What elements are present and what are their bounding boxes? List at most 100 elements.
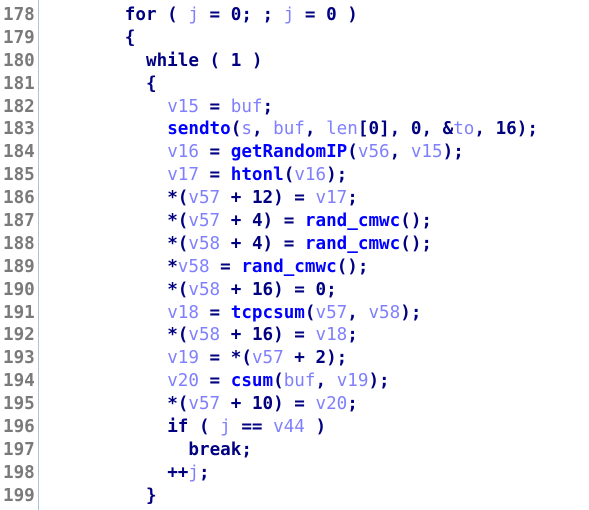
keyword-token: break <box>188 439 242 460</box>
function-token[interactable]: rand_cmwc <box>305 234 400 254</box>
punctuation-token: + <box>283 348 316 369</box>
line-number: 199 <box>3 485 35 506</box>
variable-token[interactable]: v16 <box>167 142 199 162</box>
code-line[interactable]: 181 { <box>0 73 589 96</box>
code-line[interactable]: 195 *(v57 + 10) = v20; <box>0 393 589 416</box>
variable-token[interactable]: to <box>453 119 474 139</box>
line-number: 185 <box>3 165 35 186</box>
variable-token[interactable]: v16 <box>294 165 326 185</box>
variable-token[interactable]: v58 <box>188 325 220 345</box>
punctuation-token: ); <box>326 348 348 369</box>
number-token: 1 <box>230 50 242 71</box>
code-line[interactable]: 188 *(v58 + 4) = rand_cmwc(); <box>0 233 589 256</box>
variable-token[interactable]: v58 <box>188 280 220 300</box>
variable-token[interactable]: s <box>241 119 252 139</box>
code-line[interactable]: 184 v16 = getRandomIP(v56, v15); <box>0 141 589 164</box>
variable-token[interactable]: v19 <box>167 348 199 368</box>
punctuation-token: } <box>146 485 157 506</box>
variable-token[interactable]: v58 <box>178 257 210 277</box>
code-text: for ( j = 0; ; j = 0 ) <box>125 4 358 27</box>
line-number: 190 <box>3 279 35 300</box>
punctuation-token: + <box>220 394 252 415</box>
variable-token[interactable]: v15 <box>167 97 199 117</box>
function-token[interactable]: getRandomIP <box>231 142 348 162</box>
variable-token[interactable]: v20 <box>316 394 348 414</box>
code-line[interactable]: 187 *(v57 + 4) = rand_cmwc(); <box>0 210 589 233</box>
number-token: 10 <box>251 394 274 415</box>
line-number: 198 <box>3 462 35 483</box>
code-line[interactable]: 186 *(v57 + 12) = v17; <box>0 187 589 210</box>
code-line[interactable]: 191 v18 = tcpcsum(v57, v58); <box>0 302 589 325</box>
variable-token[interactable]: v19 <box>337 371 369 391</box>
punctuation-token: + <box>220 188 252 209</box>
code-line[interactable]: 198 ++j; <box>0 462 589 485</box>
variable-token[interactable]: v58 <box>368 303 400 323</box>
variable-token[interactable]: v20 <box>167 371 199 391</box>
variable-token[interactable]: v17 <box>316 188 348 208</box>
variable-token[interactable]: v57 <box>188 211 220 231</box>
code-line[interactable]: 189 *v58 = rand_cmwc(); <box>0 256 589 279</box>
punctuation-token: ) <box>336 5 358 25</box>
number-token: 0 <box>326 5 337 25</box>
punctuation-token: + <box>220 233 252 254</box>
pseudocode-view[interactable]: 178 for ( j = 0; ; j = 0 ) 179{180 while ( … <box>0 4 589 508</box>
line-number: 191 <box>3 302 35 323</box>
variable-token[interactable]: v18 <box>167 303 199 323</box>
variable-token[interactable]: buf <box>284 371 316 391</box>
variable-token[interactable]: v44 <box>273 417 305 437</box>
punctuation-token: ) = <box>262 211 305 232</box>
variable-token[interactable]: v57 <box>188 188 220 208</box>
punctuation-token: = <box>198 5 231 25</box>
punctuation-token: ); <box>368 371 390 392</box>
code-line[interactable]: 185 v17 = htonl(v16); <box>0 164 589 187</box>
code-line[interactable]: 194 v20 = csum(buf, v19); <box>0 370 589 393</box>
code-line[interactable]: 178 for ( j = 0; ; j = 0 ) <box>0 4 589 27</box>
variable-token[interactable]: j <box>188 5 199 25</box>
variable-token[interactable]: j <box>188 463 199 483</box>
code-line[interactable]: 180 while ( 1 ) <box>0 50 589 73</box>
variable-token[interactable]: v57 <box>252 348 284 368</box>
function-token[interactable]: csum <box>231 371 273 391</box>
code-line[interactable]: 199} <box>0 485 589 508</box>
variable-token[interactable]: buf <box>273 119 305 139</box>
function-token[interactable]: sendto <box>167 119 231 139</box>
punctuation-token: ( <box>347 142 358 163</box>
variable-token[interactable]: v17 <box>167 165 199 185</box>
variable-token[interactable]: j <box>220 417 231 437</box>
code-line[interactable]: 190 *(v58 + 16) = 0; <box>0 279 589 302</box>
punctuation-token: , <box>474 119 496 140</box>
code-line[interactable]: 193 v19 = *(v57 + 2); <box>0 347 589 370</box>
punctuation-token: *( <box>167 325 189 346</box>
punctuation-token: ) = <box>273 279 316 300</box>
line-number: 186 <box>3 188 35 209</box>
variable-token[interactable]: v56 <box>358 142 390 162</box>
line-number: 181 <box>3 73 35 94</box>
variable-token[interactable]: buf <box>231 97 263 117</box>
code-text: *(v58 + 4) = rand_cmwc(); <box>167 233 432 256</box>
code-line[interactable]: 196 if ( j == v44 ) <box>0 416 589 439</box>
code-line[interactable]: 179 { <box>0 27 589 50</box>
function-token[interactable]: rand_cmwc <box>305 211 400 231</box>
keyword-token: while <box>146 50 199 71</box>
code-line[interactable]: 197 break; <box>0 439 589 462</box>
line-number: 188 <box>3 233 35 254</box>
punctuation-token: = <box>209 256 242 277</box>
punctuation-token: ; <box>262 96 274 117</box>
variable-token[interactable]: j <box>284 5 295 25</box>
variable-token[interactable]: v18 <box>316 325 348 345</box>
function-token[interactable]: htonl <box>231 165 284 185</box>
variable-token[interactable]: v57 <box>316 303 348 323</box>
number-token: 0 <box>315 279 327 300</box>
code-line[interactable]: 182 v15 = buf; <box>0 96 589 119</box>
function-token[interactable]: rand_cmwc <box>241 257 336 277</box>
code-line[interactable]: 183 sendto(s, buf, len[0], 0, &to, 16); <box>0 118 589 141</box>
code-text: ++j; <box>167 462 209 485</box>
variable-token[interactable]: v58 <box>188 234 220 254</box>
function-token[interactable]: tcpcsum <box>231 303 305 323</box>
code-text: *(v57 + 4) = rand_cmwc(); <box>167 210 432 233</box>
punctuation-token: ; <box>326 279 337 300</box>
variable-token[interactable]: len <box>326 119 358 139</box>
variable-token[interactable]: v15 <box>411 142 443 162</box>
code-line[interactable]: 192 *(v58 + 16) = v18; <box>0 324 589 347</box>
variable-token[interactable]: v57 <box>188 394 220 414</box>
